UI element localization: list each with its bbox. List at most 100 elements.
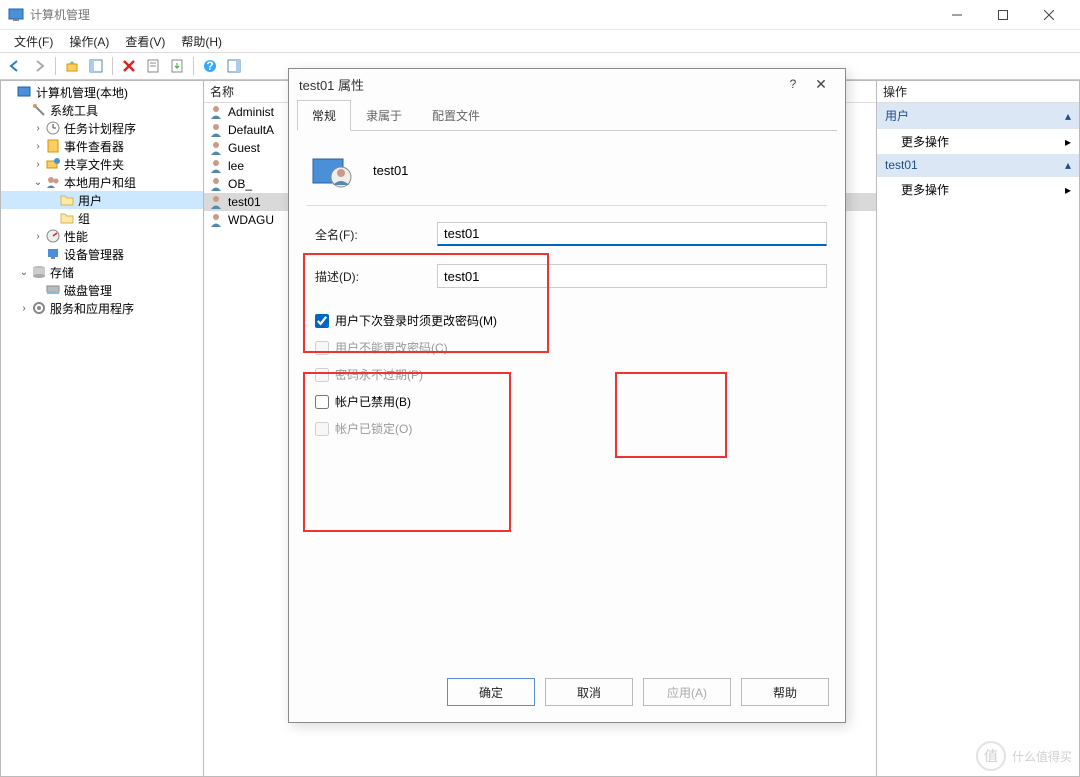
actions-more-item[interactable]: 更多操作 ▸ — [877, 177, 1079, 202]
chevron-right-icon: ▸ — [1065, 183, 1071, 197]
user-icon — [208, 176, 224, 192]
tree-label: 磁盘管理 — [64, 282, 112, 299]
dialog-titlebar[interactable]: test01 属性 ? ✕ — [289, 69, 845, 99]
user-icon — [208, 212, 224, 228]
toolbar-back[interactable] — [4, 55, 26, 77]
actions-group-header[interactable]: test01▴ — [877, 154, 1079, 177]
tree-item[interactable]: ›任务计划程序 — [1, 119, 203, 137]
checkbox-label: 帐户已禁用(B) — [335, 393, 411, 410]
tree-label: 服务和应用程序 — [50, 300, 134, 317]
user-icon — [208, 122, 224, 138]
checkbox-label: 用户不能更改密码(C) — [335, 339, 448, 356]
dialog-help-button[interactable]: ? — [779, 77, 807, 91]
checkbox-label: 用户下次登录时须更改密码(M) — [335, 312, 497, 329]
share-icon — [45, 156, 61, 172]
tree-item[interactable]: ⌄存储 — [1, 263, 203, 281]
actions-item-label: 更多操作 — [901, 133, 949, 150]
collapse-icon: ▴ — [1065, 109, 1071, 123]
ok-button[interactable]: 确定 — [447, 678, 535, 706]
tree-item[interactable]: ›共享文件夹 — [1, 155, 203, 173]
tree-item[interactable]: 组 — [1, 209, 203, 227]
dialog-close-button[interactable]: ✕ — [807, 76, 835, 93]
checkbox-row[interactable]: 用户下次登录时须更改密码(M) — [307, 312, 827, 329]
toolbar-help[interactable]: ? — [199, 55, 221, 77]
actions-group-header[interactable]: 用户▴ — [877, 103, 1079, 129]
tree-root[interactable]: 计算机管理(本地) — [1, 83, 203, 101]
perf-icon — [45, 228, 61, 244]
user-name: Guest — [228, 141, 260, 155]
svg-text:?: ? — [206, 59, 213, 73]
checkbox-label: 帐户已锁定(O) — [335, 420, 412, 437]
user-name: OB_ — [228, 177, 252, 191]
checkbox-label: 密码永不过期(P) — [335, 366, 423, 383]
menu-view[interactable]: 查看(V) — [117, 31, 173, 52]
tree-label: 计算机管理(本地) — [36, 84, 128, 101]
chevron-right-icon: ▸ — [1065, 135, 1071, 149]
window-close[interactable] — [1026, 0, 1072, 30]
tree-item[interactable]: 系统工具 — [1, 101, 203, 119]
toolbar-show-hide-tree[interactable] — [85, 55, 107, 77]
menu-action[interactable]: 操作(A) — [61, 31, 117, 52]
toolbar-export[interactable] — [166, 55, 188, 77]
user-name: lee — [228, 159, 244, 173]
help-button[interactable]: 帮助 — [741, 678, 829, 706]
window-minimize[interactable] — [934, 0, 980, 30]
checkbox — [315, 368, 329, 382]
toolbar-up[interactable] — [61, 55, 83, 77]
toolbar-forward[interactable] — [28, 55, 50, 77]
tab-profile[interactable]: 配置文件 — [417, 100, 495, 131]
toolbar-delete[interactable] — [118, 55, 140, 77]
window-title: 计算机管理 — [30, 6, 934, 23]
tree-item[interactable]: ⌄本地用户和组 — [1, 173, 203, 191]
window-titlebar: 计算机管理 — [0, 0, 1080, 30]
menu-file[interactable]: 文件(F) — [6, 31, 61, 52]
checkbox — [315, 422, 329, 436]
user-name: DefaultA — [228, 123, 274, 137]
description-label: 描述(D): — [307, 268, 437, 285]
tree-pane[interactable]: 计算机管理(本地) 系统工具›任务计划程序›事件查看器›共享文件夹⌄本地用户和组… — [0, 80, 204, 777]
tab-general[interactable]: 常规 — [297, 100, 351, 131]
fullname-label: 全名(F): — [307, 226, 437, 243]
folder-icon — [59, 192, 75, 208]
services-icon — [31, 300, 47, 316]
tree-label: 性能 — [64, 228, 88, 245]
storage-icon — [31, 264, 47, 280]
fullname-input[interactable] — [437, 222, 827, 246]
description-input[interactable] — [437, 264, 827, 288]
menu-help[interactable]: 帮助(H) — [173, 31, 230, 52]
tree-label: 设备管理器 — [64, 246, 124, 263]
checkbox[interactable] — [315, 395, 329, 409]
checkbox — [315, 341, 329, 355]
computer-management-icon — [8, 7, 24, 23]
tree-item[interactable]: 用户 — [1, 191, 203, 209]
tree-item[interactable]: 设备管理器 — [1, 245, 203, 263]
tree-item[interactable]: ›性能 — [1, 227, 203, 245]
checkbox-row[interactable]: 帐户已禁用(B) — [307, 393, 827, 410]
actions-header: 操作 — [877, 81, 1079, 103]
watermark-icon: 值 — [976, 741, 1006, 771]
checkbox-row: 密码永不过期(P) — [307, 366, 827, 383]
checkbox-row: 用户不能更改密码(C) — [307, 339, 827, 356]
tree-item[interactable]: 磁盘管理 — [1, 281, 203, 299]
user-icon — [208, 104, 224, 120]
tab-memberof[interactable]: 隶属于 — [351, 100, 417, 131]
checkbox[interactable] — [315, 314, 329, 328]
cancel-button[interactable]: 取消 — [545, 678, 633, 706]
properties-dialog: test01 属性 ? ✕ 常规 隶属于 配置文件 test01 全名(F): … — [288, 68, 846, 723]
watermark: 值 什么值得买 — [976, 741, 1072, 771]
toolbar-show-hide-actions[interactable] — [223, 55, 245, 77]
tree-item[interactable]: ›事件查看器 — [1, 137, 203, 155]
actions-group-title: test01 — [885, 158, 918, 172]
computer-management-icon — [17, 84, 33, 100]
user-icon — [208, 158, 224, 174]
actions-pane: 操作 用户▴更多操作▸test01▴更多操作▸ — [876, 80, 1080, 777]
toolbar-properties[interactable] — [142, 55, 164, 77]
actions-more-item[interactable]: 更多操作 ▸ — [877, 129, 1079, 154]
tree-item[interactable]: ›服务和应用程序 — [1, 299, 203, 317]
tree-label: 任务计划程序 — [64, 120, 136, 137]
actions-item-label: 更多操作 — [901, 181, 949, 198]
clock-icon — [45, 120, 61, 136]
event-icon — [45, 138, 61, 154]
apply-button[interactable]: 应用(A) — [643, 678, 731, 706]
window-maximize[interactable] — [980, 0, 1026, 30]
